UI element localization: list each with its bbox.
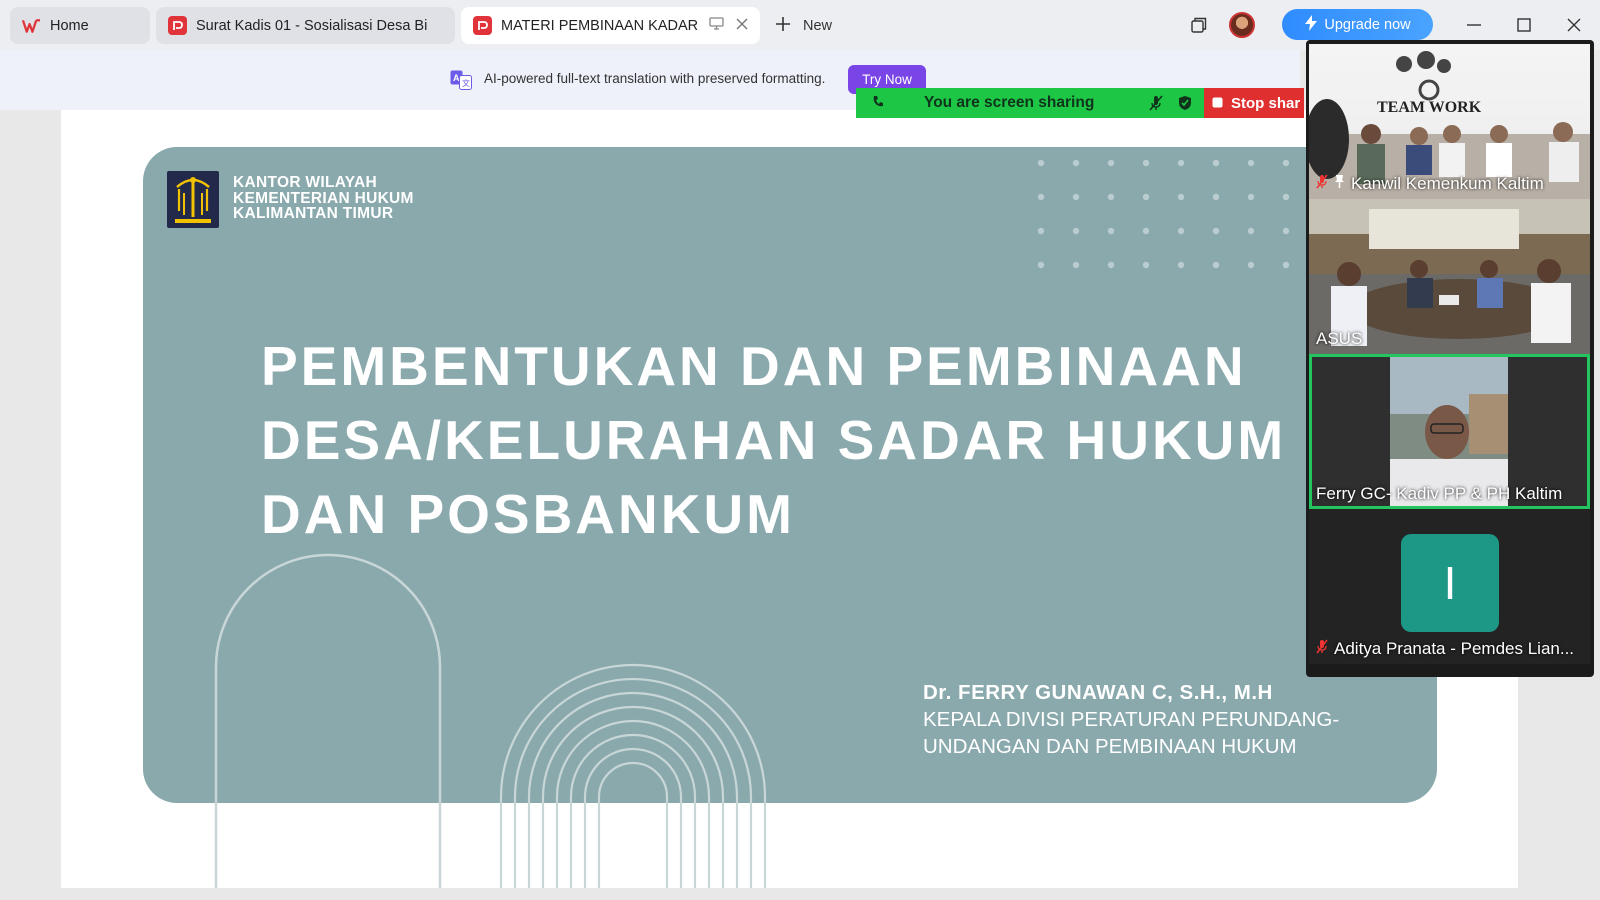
muted-mic-icon (1316, 639, 1328, 659)
participant-name: Aditya Pranata - Pemdes Lian... (1334, 639, 1575, 658)
participant-tile[interactable]: I Aditya Pranata - Pemdes Lian... (1309, 509, 1590, 664)
tab-label: Home (50, 17, 89, 34)
close-tab-icon[interactable] (736, 18, 748, 34)
decorative-dot (1037, 159, 1045, 167)
decorative-dot (1212, 159, 1220, 167)
slide-page: KANTOR WILAYAH KEMENTERIAN HUKUM KALIMAN… (61, 110, 1518, 888)
wps-logo-icon (22, 16, 41, 35)
presenter-info: Dr. FERRY GUNAWAN C, S.H., M.H KEPALA DI… (923, 679, 1339, 760)
decorative-dot (1282, 227, 1290, 235)
translate-icon: A文 (450, 70, 472, 90)
decorative-dot (1072, 193, 1080, 201)
close-window-icon[interactable] (1561, 12, 1587, 38)
muted-mic-icon (1316, 174, 1328, 194)
decorative-dot (1247, 227, 1255, 235)
user-avatar[interactable] (1229, 12, 1255, 38)
participant-avatar: I (1401, 534, 1499, 632)
stop-share-button[interactable]: Stop shar (1204, 88, 1304, 118)
decorative-dot (1247, 193, 1255, 201)
new-tab-button[interactable]: New (775, 7, 832, 44)
plus-icon (775, 16, 791, 36)
decorative-dot (1107, 227, 1115, 235)
team-work-banner-text: TEAM WORK (1377, 99, 1482, 116)
participant-name: ASUS (1316, 329, 1363, 348)
participant-name: Ferry GC- Kadiv PP & PH Kaltim (1316, 484, 1563, 503)
decorative-dot (1177, 261, 1185, 269)
decorative-dot (1282, 261, 1290, 269)
decorative-dot (1072, 261, 1080, 269)
decorative-dot (1107, 159, 1115, 167)
shield-icon[interactable] (1178, 95, 1192, 116)
ministry-logo-icon (167, 171, 219, 228)
minimize-icon[interactable] (1461, 12, 1487, 38)
decorative-dot (1282, 193, 1290, 201)
tab-label: Surat Kadis 01 - Sosialisasi Desa Bi (196, 17, 428, 34)
participant-tile[interactable]: Ferry GC- Kadiv PP & PH Kaltim (1309, 354, 1590, 509)
screen-sharing-bar[interactable]: You are screen sharing (856, 88, 1204, 118)
sharing-status-text: You are screen sharing (924, 94, 1095, 111)
presenter-role: UNDANGAN DAN PEMBINAAN HUKUM (923, 735, 1297, 758)
participant-label: Aditya Pranata - Pemdes Lian... (1316, 639, 1574, 659)
participant-label: Ferry GC- Kadiv PP & PH Kaltim (1316, 484, 1562, 504)
decorative-dot (1142, 227, 1150, 235)
decorative-dot (1142, 261, 1150, 269)
decorative-dot (1212, 261, 1220, 269)
lightning-icon (1304, 14, 1318, 35)
decorative-dot (1212, 227, 1220, 235)
participant-name: Kanwil Kemenkum Kaltim (1351, 174, 1544, 193)
tab-overview-icon[interactable] (1186, 12, 1212, 38)
decorative-dot (1072, 227, 1080, 235)
decorative-dot (1107, 193, 1115, 201)
decorative-dot (1037, 227, 1045, 235)
stop-square-icon (1212, 95, 1223, 112)
svg-text:A: A (453, 73, 460, 83)
svg-text:文: 文 (462, 78, 470, 88)
stop-share-label: Stop shar (1231, 94, 1301, 112)
decorative-dot-grid (1037, 159, 1290, 269)
pin-icon (1334, 174, 1345, 194)
decorative-dot (1177, 159, 1185, 167)
decorative-dot (1247, 159, 1255, 167)
decorative-dot (1177, 193, 1185, 201)
decorative-dot (1247, 261, 1255, 269)
new-tab-label: New (803, 17, 833, 34)
decorative-dot (1037, 193, 1045, 201)
participant-label: Kanwil Kemenkum Kaltim (1316, 174, 1544, 194)
tab-label: MATERI PEMBINAAN KADAR (501, 17, 699, 34)
presenter-name: Dr. FERRY GUNAWAN C, S.H., M.H (923, 681, 1273, 704)
participant-label: ASUS (1316, 329, 1362, 349)
phone-icon (872, 95, 884, 114)
pdf-icon (168, 16, 187, 35)
decorative-dot (1072, 159, 1080, 167)
decorative-dot (1107, 261, 1115, 269)
muted-mic-icon[interactable] (1149, 95, 1163, 116)
participant-tile[interactable]: ASUS (1309, 199, 1590, 354)
org-name: KANTOR WILAYAH KEMENTERIAN HUKUM KALIMAN… (233, 174, 414, 222)
tab-surat-kadis[interactable]: Surat Kadis 01 - Sosialisasi Desa Bi (156, 7, 455, 44)
participants-panel: TEAM WORK Kanwil Kemenkum Kaltim ASUS Fe… (1306, 40, 1594, 677)
decorative-dot (1037, 261, 1045, 269)
title-slide: KANTOR WILAYAH KEMENTERIAN HUKUM KALIMAN… (143, 147, 1437, 803)
presenter-role: KEPALA DIVISI PERATURAN PERUNDANG- (923, 708, 1340, 731)
tab-materi-pembinaan[interactable]: MATERI PEMBINAAN KADAR (461, 7, 760, 44)
upgrade-label: Upgrade now (1324, 16, 1411, 33)
decorative-dot (1177, 227, 1185, 235)
screen-cast-icon (709, 17, 724, 34)
maximize-icon[interactable] (1511, 12, 1537, 38)
decorative-dot (1142, 193, 1150, 201)
translation-banner-text: AI-powered full-text translation with pr… (484, 71, 826, 86)
decorative-dot (1212, 193, 1220, 201)
upgrade-now-button[interactable]: Upgrade now (1282, 9, 1433, 40)
slide-title: PEMBENTUKAN DAN PEMBINAAN DESA/KELURAHAN… (261, 335, 1287, 545)
decorative-dot (1282, 159, 1290, 167)
participant-tile[interactable]: TEAM WORK Kanwil Kemenkum Kaltim (1309, 44, 1590, 199)
pdf-icon (473, 16, 492, 35)
decorative-dot (1142, 159, 1150, 167)
tab-home[interactable]: Home (10, 7, 150, 44)
